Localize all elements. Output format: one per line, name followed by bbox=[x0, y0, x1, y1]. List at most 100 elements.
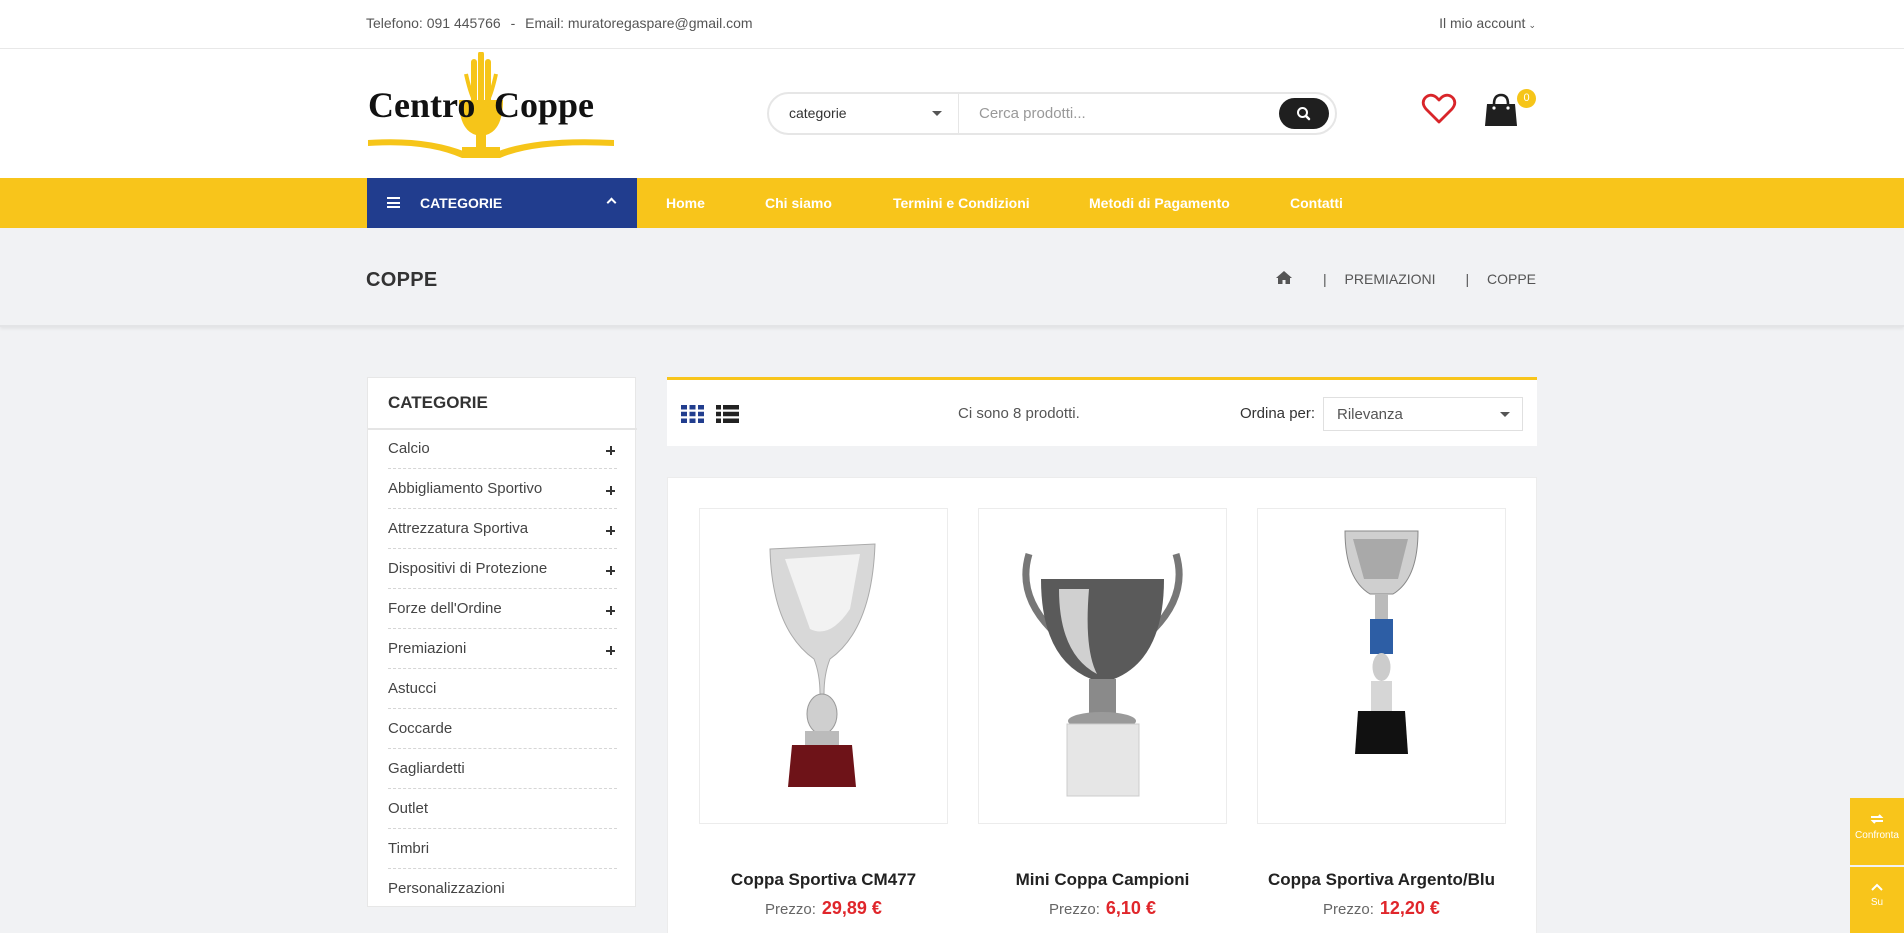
grid-view-icon[interactable] bbox=[681, 405, 704, 423]
account-menu[interactable]: Il mio account ⌄ bbox=[1439, 15, 1536, 31]
trophy-image bbox=[1022, 552, 1183, 797]
breadcrumb-premiazioni[interactable]: PREMIAZIONI bbox=[1345, 271, 1436, 287]
search-button[interactable] bbox=[1279, 98, 1329, 129]
contact-separator: - bbox=[510, 15, 516, 31]
cart-count-badge: 0 bbox=[1517, 89, 1536, 108]
search-input[interactable] bbox=[979, 103, 1279, 123]
plus-icon[interactable] bbox=[606, 566, 615, 575]
product-price: Prezzo: 6,10 € bbox=[978, 898, 1227, 919]
product-name[interactable]: Coppa Sportiva CM477 bbox=[699, 870, 948, 890]
sidebar-item-gagliardetti[interactable]: Gagliardetti bbox=[388, 749, 617, 789]
wishlist-heart-icon[interactable] bbox=[1421, 93, 1457, 125]
product-name[interactable]: Mini Coppa Campioni bbox=[978, 870, 1227, 890]
sidebar-item-outlet[interactable]: Outlet bbox=[388, 789, 617, 829]
sort-value: Rilevanza bbox=[1337, 406, 1403, 423]
product-image[interactable] bbox=[978, 508, 1227, 824]
list-view-icon[interactable] bbox=[716, 405, 739, 423]
sidebar-item-astucci[interactable]: Astucci bbox=[388, 669, 617, 709]
hamburger-icon bbox=[387, 197, 400, 208]
caret-down-icon bbox=[1500, 412, 1510, 417]
home-icon[interactable] bbox=[1275, 270, 1293, 285]
sidebar-item-calcio[interactable]: Calcio bbox=[388, 429, 617, 469]
sidebar-item-personalizzazioni[interactable]: Personalizzazioni bbox=[388, 869, 617, 909]
sidebar-item-label: Calcio bbox=[388, 440, 430, 457]
sidebar-item-dispositivi[interactable]: Dispositivi di Protezione bbox=[388, 549, 617, 589]
sidebar-item-label: Astucci bbox=[388, 680, 437, 697]
sidebar-item-abbigliamento[interactable]: Abbigliamento Sportivo bbox=[388, 469, 617, 509]
sidebar-item-premiazioni[interactable]: Premiazioni bbox=[388, 629, 617, 669]
account-label: Il mio account bbox=[1439, 15, 1526, 31]
search-category-select[interactable]: categorie bbox=[769, 94, 959, 133]
category-sidebar: CATEGORIE Calcio Abbigliamento Sportivo … bbox=[367, 377, 637, 909]
product-count: Ci sono 8 prodotti. bbox=[958, 405, 1080, 422]
nav-item-chi-siamo[interactable]: Chi siamo bbox=[765, 195, 832, 211]
chevron-down-icon: ⌄ bbox=[1528, 20, 1536, 30]
contact-info: Telefono: 091 445766 - Email: muratorega… bbox=[366, 15, 753, 31]
sidebar-item-label: Coccarde bbox=[388, 720, 453, 737]
cart-bag-icon[interactable] bbox=[1484, 92, 1518, 128]
search-category-value: categorie bbox=[789, 105, 847, 121]
logo-text-left: Centro bbox=[368, 85, 475, 125]
chevron-up-icon bbox=[1871, 883, 1883, 891]
nav-item-termini[interactable]: Termini e Condizioni bbox=[893, 195, 1030, 211]
sidebar-item-label: Personalizzazioni bbox=[388, 880, 505, 897]
sidebar-item-label: Timbri bbox=[388, 840, 430, 857]
product-card[interactable]: Coppa Sportiva Argento/Blu Prezzo: 12,20 … bbox=[1257, 508, 1506, 919]
breadcrumb-separator: | bbox=[1465, 271, 1470, 287]
price-label: Prezzo: bbox=[1049, 901, 1100, 918]
sidebar-item-timbri[interactable]: Timbri bbox=[388, 829, 617, 869]
page-header-band: COPPE | PREMIAZIONI | COPPE bbox=[0, 228, 1904, 327]
plus-icon[interactable] bbox=[606, 446, 615, 455]
product-image[interactable] bbox=[1257, 508, 1506, 824]
product-toolbar: Ci sono 8 prodotti. Ordina per: Rilevanz… bbox=[667, 377, 1537, 446]
product-grid: Coppa Sportiva CM477 Prezzo: 29,89 € Mini… bbox=[667, 477, 1537, 933]
trophy-image bbox=[1344, 530, 1419, 754]
phone-text: Telefono: 091 445766 bbox=[366, 15, 501, 31]
sidebar-item-label: Outlet bbox=[388, 800, 429, 817]
plus-icon[interactable] bbox=[606, 526, 615, 535]
sidebar-item-label: Abbigliamento Sportivo bbox=[388, 480, 543, 497]
nav-item-contatti[interactable]: Contatti bbox=[1290, 195, 1343, 211]
categories-toggle-button[interactable]: CATEGORIE bbox=[367, 178, 637, 228]
sidebar-item-coccarde[interactable]: Coccarde bbox=[388, 709, 617, 749]
sort-select[interactable]: Rilevanza bbox=[1323, 397, 1523, 431]
product-card[interactable]: Mini Coppa Campioni Prezzo: 6,10 € bbox=[978, 508, 1227, 919]
nav-item-pagamento[interactable]: Metodi di Pagamento bbox=[1089, 195, 1230, 211]
sidebar-item-label: Gagliardetti bbox=[388, 760, 465, 777]
price-label: Prezzo: bbox=[1323, 901, 1374, 918]
price-value: 29,89 € bbox=[821, 898, 882, 918]
trophy-image bbox=[769, 543, 876, 787]
search-icon bbox=[1297, 107, 1311, 121]
sort-label: Ordina per: bbox=[1240, 405, 1316, 422]
sidebar-item-label: Forze dell'Ordine bbox=[388, 600, 502, 617]
sidebar-item-label: Dispositivi di Protezione bbox=[388, 560, 548, 577]
product-image[interactable] bbox=[699, 508, 948, 824]
sidebar-item-forze-ordine[interactable]: Forze dell'Ordine bbox=[388, 589, 617, 629]
search-bar: categorie bbox=[767, 92, 1337, 135]
categories-toggle-label: CATEGORIE bbox=[420, 195, 503, 211]
top-bar: Telefono: 091 445766 - Email: muratorega… bbox=[0, 0, 1904, 49]
email-link[interactable]: Email: muratoregaspare@gmail.com bbox=[525, 15, 752, 31]
compare-button[interactable]: Confronta bbox=[1850, 798, 1904, 865]
product-card[interactable]: Coppa Sportiva CM477 Prezzo: 29,89 € bbox=[699, 508, 948, 919]
compare-label: Confronta bbox=[1855, 830, 1899, 841]
product-name[interactable]: Coppa Sportiva Argento/Blu bbox=[1257, 870, 1506, 890]
plus-icon[interactable] bbox=[606, 606, 615, 615]
product-price: Prezzo: 29,89 € bbox=[699, 898, 948, 919]
sidebar-item-label: Premiazioni bbox=[388, 640, 467, 657]
price-label: Prezzo: bbox=[765, 901, 816, 918]
plus-icon[interactable] bbox=[606, 486, 615, 495]
category-list: Calcio Abbigliamento Sportivo Attrezzatu… bbox=[388, 429, 617, 909]
page-title: COPPE bbox=[366, 269, 438, 291]
scroll-top-button[interactable]: Su bbox=[1850, 867, 1904, 933]
nav-item-home[interactable]: Home bbox=[666, 195, 705, 211]
scroll-top-label: Su bbox=[1870, 897, 1884, 908]
sidebar-item-attrezzatura[interactable]: Attrezzatura Sportiva bbox=[388, 509, 617, 549]
logo-text-right: Coppe bbox=[494, 85, 594, 125]
plus-icon[interactable] bbox=[606, 646, 615, 655]
main-nav: CATEGORIE Home Chi siamo Termini e Condi… bbox=[0, 178, 1904, 228]
site-logo[interactable]: Centro Coppe bbox=[366, 52, 616, 167]
compare-icon bbox=[1870, 814, 1884, 824]
price-value: 6,10 € bbox=[1105, 898, 1156, 918]
price-value: 12,20 € bbox=[1379, 898, 1440, 918]
